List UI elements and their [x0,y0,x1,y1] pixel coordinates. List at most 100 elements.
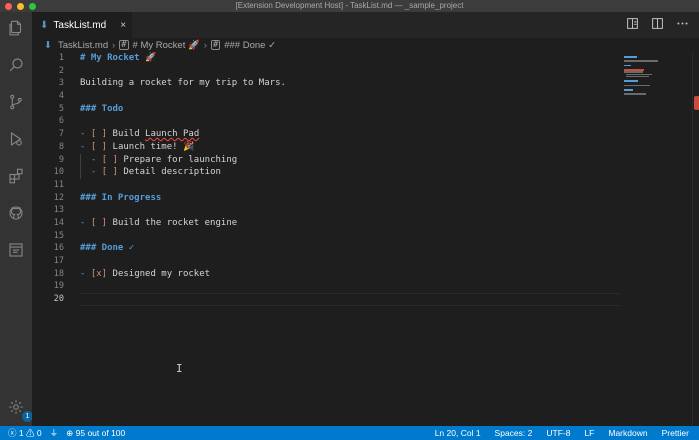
progress-indicator[interactable]: ⊕ 95 out of 100 [66,428,125,439]
task-checkbox[interactable]: [x] [91,269,107,279]
line-number: 6 [58,116,64,127]
code-line[interactable]: - [ ] Launch time! 🎉 [80,141,620,154]
cursor-position[interactable]: Ln 20, Col 1 [435,428,481,438]
warning-count: 0 [36,428,42,438]
extensions-icon[interactable] [6,166,26,186]
indentation[interactable]: Spaces: 2 [495,428,533,438]
code-line[interactable] [80,65,620,78]
status-bar: ⓧ 1 ⚠ 0 ⏚ ⊕ 95 out of 100 Ln 20, Col 1 S… [0,426,699,440]
end-of-line[interactable]: LF [584,428,594,438]
line-number: 14 [53,217,64,228]
line-number: 7 [58,129,64,140]
task-text: Build [107,129,146,140]
task-checkbox[interactable]: [ ] [91,142,107,152]
task-text: Designed my rocket [107,268,211,279]
task-checkbox[interactable]: [ ] [91,218,107,228]
debug-icon[interactable]: ⏚ [50,427,59,439]
explorer-icon[interactable] [6,18,26,38]
formatter[interactable]: Prettier [662,428,689,438]
encoding[interactable]: UTF-8 [546,428,570,438]
list-bullet: - [80,268,91,279]
code-line[interactable]: ### Todo [80,103,620,116]
code-line[interactable]: ### Done ✓ [80,242,620,255]
task-checkbox[interactable]: [ ] [102,155,118,165]
code-area[interactable]: # My Rocket 🚀 Building a rocket for my tr… [80,52,620,306]
list-bullet: - [90,167,102,178]
task-text: Build the rocket engine [107,217,238,228]
code-line[interactable] [80,179,620,192]
line-number: 13 [53,205,64,216]
github-icon[interactable] [6,203,26,223]
code-line[interactable] [80,280,620,293]
markdown-heading: ### Done ✓ [80,243,135,254]
editor[interactable]: 1 2 3 4 5 6 7 8 9 10 11 12 13 14 15 16 17 18 19 20 # My Roc… [32,52,620,426]
line-number: 20 [53,294,64,305]
error-count: 1 [18,428,24,438]
remote-explorer-icon[interactable] [6,240,26,260]
line-number: 11 [53,179,64,190]
progress-text: 95 out of 100 [75,427,126,438]
minimap-line [626,75,650,78]
problems-indicator[interactable]: ⓧ 1 ⚠ 0 [8,427,42,439]
code-line[interactable]: - [ ] Prepare for launching [80,154,620,167]
more-actions-icon[interactable] [676,17,689,35]
symbol-string-icon: # [119,40,129,50]
language-mode[interactable]: Markdown [608,428,647,438]
minimap-line [624,60,659,62]
line-number: 16 [53,243,64,254]
breadcrumb-file[interactable]: TaskList.md [58,40,108,51]
code-line[interactable] [80,204,620,217]
code-line[interactable]: # My Rocket 🚀 [80,52,620,65]
run-debug-icon[interactable] [6,129,26,149]
indent-guide [80,153,81,179]
markdown-icon: ⬇ [44,39,52,51]
minimap[interactable] [620,52,690,426]
task-text: Detail description [117,167,221,178]
activity-bar: 1 [0,12,33,426]
code-line[interactable]: - [ ] Detail description [80,166,620,179]
split-editor-icon[interactable] [651,17,664,35]
source-control-icon[interactable] [6,92,26,112]
minimap-line [624,56,637,58]
list-bullet: - [80,217,91,228]
vertical-scrollbar[interactable] [692,52,699,426]
text-cursor-icon: I [176,362,183,375]
tab-tasklist[interactable]: ⬇ TaskList.md × [32,12,132,38]
task-checkbox[interactable]: [ ] [102,167,118,177]
minimap-line [624,89,633,91]
code-line[interactable]: - [x] Designed my rocket [80,268,620,281]
code-line[interactable]: Building a rocket for my trip to Mars. [80,77,620,90]
warning-icon: ⚠ [26,428,35,438]
code-line[interactable] [80,293,620,306]
open-preview-icon[interactable] [626,17,639,35]
editor-actions [626,17,689,35]
task-text: Prepare for launching [117,154,238,165]
line-number: 12 [53,192,64,203]
breadcrumb-heading-2[interactable]: ### Done ✓ [224,40,276,51]
close-tab-icon[interactable]: × [120,20,126,31]
line-number: 2 [58,65,64,76]
symbol-string-icon: # [210,40,221,50]
scrollbar-error-marker [694,96,699,110]
code-line[interactable] [80,90,620,103]
code-line[interactable] [80,255,620,268]
globe-icon: ⊕ [66,427,74,438]
list-bullet: - [80,141,91,152]
list-bullet: - [90,154,102,165]
search-icon[interactable] [6,55,26,75]
code-line[interactable] [80,230,620,243]
task-checkbox[interactable]: [ ] [91,129,107,139]
code-line[interactable]: ### In Progress [80,192,620,205]
code-line[interactable]: - [ ] Build the rocket engine [80,217,620,230]
line-number: 1 [58,53,64,63]
chevron-right-icon: › [203,40,207,50]
minimap-line [624,84,651,87]
line-number: 15 [53,230,64,241]
line-number: 17 [53,256,64,266]
settings-gear-icon[interactable]: 1 [6,397,33,422]
code-line[interactable] [80,115,620,128]
breadcrumb-heading-1[interactable]: # My Rocket 🚀 [133,40,200,51]
line-number: 5 [58,103,64,114]
code-line[interactable]: - [ ] Build Launch Pad [80,128,620,141]
